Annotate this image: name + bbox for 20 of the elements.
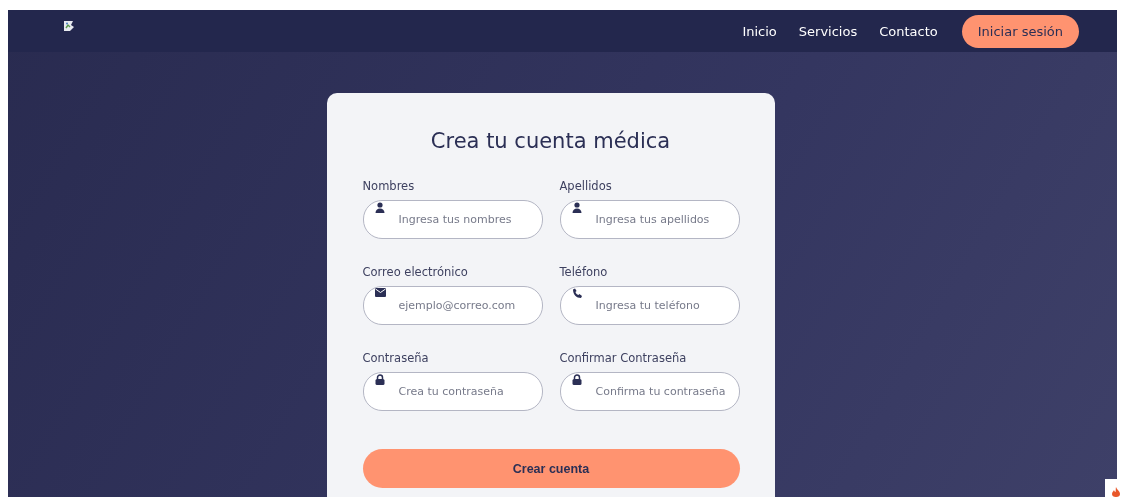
field-label: Confirmar Contraseña [559,351,688,365]
create-account-button[interactable]: Crear cuenta [362,449,740,488]
field-label: Apellidos [559,179,613,193]
input-field[interactable]: ejemplo@correo.com [362,286,543,325]
nav-link[interactable]: Servicios [798,23,858,39]
form-title: Crea tu cuenta médica [429,129,672,153]
input-field[interactable]: Ingresa tu teléfono [559,286,740,325]
field-label: Teléfono [559,265,609,279]
field-label: Contraseña [362,351,430,365]
flame-icon [1111,487,1121,497]
field-label: Correo electrónico [362,265,469,279]
login-button[interactable]: Iniciar sesión [961,14,1079,48]
input-field[interactable]: Confirma tu contraseña [559,372,740,411]
input-field[interactable]: Crea tu contraseña [362,372,543,411]
input-field[interactable]: Ingresa tus nombres [362,200,543,239]
nav-link[interactable]: Inicio [742,23,777,39]
input-field[interactable]: Ingresa tus apellidos [559,200,740,239]
broken-image-icon [63,20,77,32]
nav-link[interactable]: Contacto [879,23,938,39]
field-label: Nombres [362,179,416,193]
